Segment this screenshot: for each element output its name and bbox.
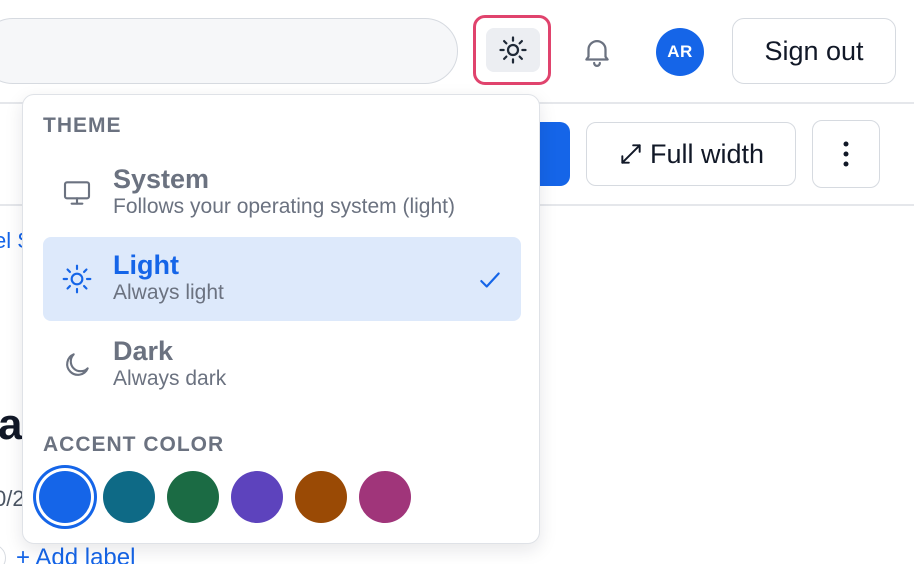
full-width-button[interactable]: Full width <box>586 122 796 186</box>
accent-swatch-purple[interactable] <box>231 471 283 523</box>
accent-swatch-green[interactable] <box>167 471 219 523</box>
accent-swatch-teal[interactable] <box>103 471 155 523</box>
accent-swatch-orange[interactable] <box>295 471 347 523</box>
add-label-link[interactable]: + Add label <box>16 544 135 564</box>
option-subtitle: Always dark <box>113 367 227 390</box>
page-title-fragment: a <box>0 400 23 449</box>
checkmark-icon <box>480 272 500 288</box>
more-options-button[interactable] <box>812 120 880 188</box>
label-chip-fragment <box>0 544 6 564</box>
monitor-icon <box>63 181 91 205</box>
theme-heading: THEME <box>43 114 122 137</box>
expand-diagonal-icon <box>621 144 641 164</box>
accent-swatch-blue[interactable] <box>39 471 91 523</box>
accent-swatch-magenta[interactable] <box>359 471 411 523</box>
option-subtitle: Always light <box>113 281 224 304</box>
notifications-button[interactable] <box>576 30 618 72</box>
sun-icon <box>62 264 92 294</box>
bell-icon <box>585 40 609 67</box>
sign-out-button[interactable]: Sign out <box>732 18 896 84</box>
date-fragment: 0/2 <box>0 486 25 511</box>
search-bar[interactable] <box>0 18 458 84</box>
theme-option-system[interactable]: System Follows your operating system (li… <box>43 151 521 235</box>
vertical-ellipsis-icon <box>843 141 849 167</box>
theme-option-dark[interactable]: Dark Always dark <box>43 323 521 407</box>
theme-toggle-button[interactable] <box>486 28 540 72</box>
theme-option-light[interactable]: Light Always light <box>43 237 521 321</box>
accent-color-swatches <box>39 467 411 527</box>
option-title: Dark <box>113 336 174 366</box>
theme-toggle-focus-ring <box>473 15 551 85</box>
option-title: System <box>113 164 210 194</box>
option-subtitle: Follows your operating system (light) <box>113 195 455 218</box>
moon-icon <box>66 353 89 376</box>
accent-color-heading: ACCENT COLOR <box>43 433 225 456</box>
option-title: Light <box>113 250 179 280</box>
avatar[interactable]: AR <box>656 28 704 76</box>
theme-menu: THEME System Follows your operating syst… <box>22 94 540 544</box>
sun-icon <box>499 36 527 64</box>
full-width-label: Full width <box>649 138 765 169</box>
